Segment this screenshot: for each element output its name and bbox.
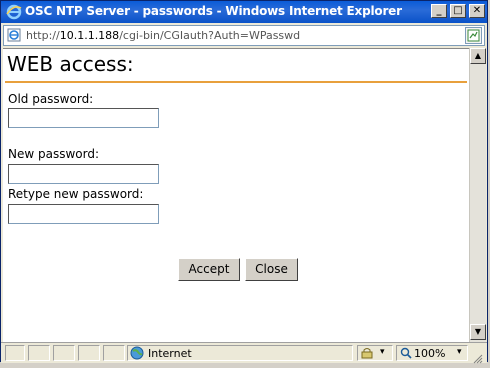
- zoom-control[interactable]: 100% ▾: [396, 345, 468, 361]
- status-bar: Internet ▾ 100% ▾: [1, 342, 487, 364]
- heading-divider: [5, 81, 467, 83]
- protected-mode-icon: [361, 348, 373, 359]
- close-window-button[interactable]: ✕: [469, 4, 485, 18]
- globe-icon: [130, 346, 144, 360]
- old-password-label: Old password:: [8, 92, 94, 106]
- resize-grip[interactable]: [473, 349, 483, 364]
- url-path: /cgi-bin/CGIauth?Auth=WPasswd: [119, 29, 301, 42]
- zoom-level: 100%: [414, 347, 446, 360]
- chevron-down-icon: ▾: [457, 347, 462, 357]
- chevron-down-icon: ▾: [380, 347, 385, 357]
- retype-password-label: Retype new password:: [8, 187, 144, 201]
- vertical-scrollbar[interactable]: ▲ ▼: [469, 48, 486, 342]
- page-feed-icon: [467, 29, 480, 42]
- url-host: 10.1.1.188: [59, 29, 120, 42]
- page-content: WEB access: Old password: New password: …: [3, 48, 469, 342]
- minimize-button[interactable]: _: [431, 4, 447, 18]
- security-zone[interactable]: Internet: [127, 345, 353, 361]
- ie-page-icon: [7, 28, 21, 42]
- window-title: OSC NTP Server - passwords - Windows Int…: [25, 4, 402, 18]
- page-heading: WEB access:: [7, 52, 134, 76]
- maximize-button[interactable]: □: [450, 4, 466, 18]
- accept-button[interactable]: Accept: [178, 258, 240, 281]
- zoom-icon: [400, 347, 412, 359]
- browser-window: OSC NTP Server - passwords - Windows Int…: [0, 0, 488, 364]
- protected-mode-button[interactable]: ▾: [357, 345, 393, 361]
- status-pane: [103, 345, 125, 361]
- close-button[interactable]: Close: [245, 258, 298, 281]
- address-bar[interactable]: http://10.1.1.188/cgi-bin/CGIauth?Auth=W…: [3, 25, 485, 46]
- internet-explorer-icon: [6, 4, 22, 20]
- status-pane: [78, 345, 100, 361]
- scroll-up-button[interactable]: ▲: [470, 48, 486, 64]
- status-pane: [53, 345, 75, 361]
- url-scheme: http://: [26, 29, 60, 42]
- retype-password-input[interactable]: [8, 204, 159, 224]
- zone-label: Internet: [148, 347, 192, 360]
- feeds-button[interactable]: [465, 27, 482, 44]
- new-password-input[interactable]: [8, 164, 159, 184]
- scroll-down-button[interactable]: ▼: [470, 324, 486, 340]
- address-url[interactable]: http://10.1.1.188/cgi-bin/CGIauth?Auth=W…: [26, 29, 300, 42]
- status-pane: [5, 345, 25, 361]
- status-pane: [28, 345, 50, 361]
- title-bar: OSC NTP Server - passwords - Windows Int…: [1, 1, 487, 23]
- resize-grip-icon: [473, 354, 483, 364]
- new-password-label: New password:: [8, 147, 100, 161]
- old-password-input[interactable]: [8, 108, 159, 128]
